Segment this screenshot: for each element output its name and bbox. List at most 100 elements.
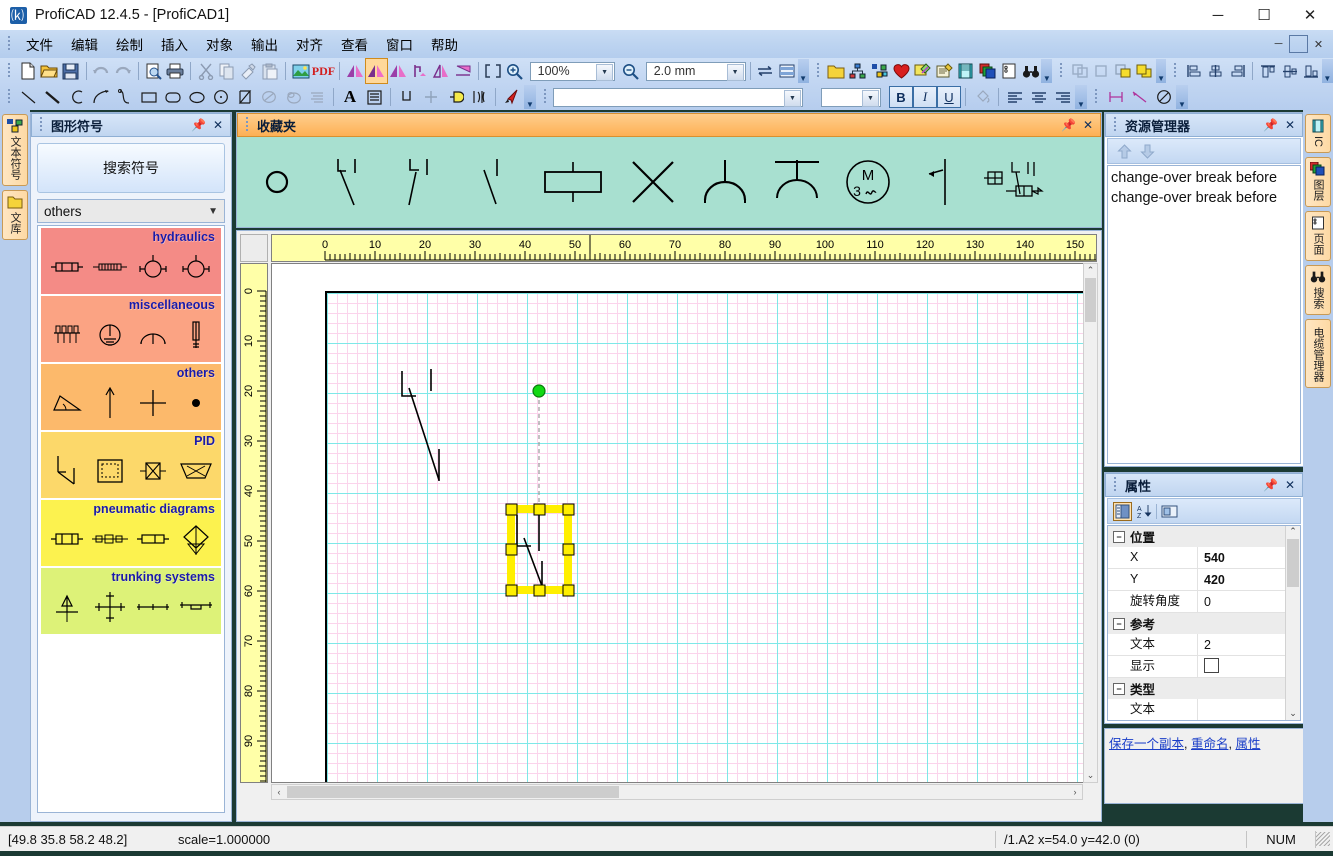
hierarchy-icon[interactable]	[847, 59, 869, 83]
notes-icon[interactable]	[934, 59, 956, 83]
undo-icon[interactable]	[91, 59, 113, 83]
sidebar-tab-search[interactable]: 搜索	[1305, 265, 1331, 315]
group-icon[interactable]	[1069, 59, 1091, 83]
symbol-group-pneumatic-diagrams[interactable]: pneumatic diagrams	[41, 500, 221, 566]
panel-grip[interactable]	[38, 116, 46, 134]
toolbar-grip[interactable]	[1093, 88, 1101, 106]
symbol-group-others[interactable]: others	[41, 364, 221, 430]
pneumatic-compressor-icon[interactable]	[176, 519, 216, 559]
pid-tank-icon[interactable]	[90, 451, 130, 491]
pid-hopper-icon[interactable]	[176, 451, 216, 491]
property-grid[interactable]: − 位置 X 540 Y 420 旋转角度 0 − 参考 文本 2 显示 − 类…	[1107, 525, 1301, 721]
paint-bucket-icon[interactable]	[970, 85, 994, 109]
expander-icon[interactable]: −	[1113, 617, 1125, 630]
sidebar-tab-library[interactable]: 文库	[2, 190, 28, 240]
mdi-minimize-button[interactable]: ─	[1270, 36, 1287, 52]
properties-link[interactable]: 属性	[1235, 737, 1260, 751]
toolbar-grip[interactable]	[6, 62, 14, 80]
hydraulic-pump-icon[interactable]	[133, 247, 173, 287]
sidebar-tab-pages[interactable]: 页面	[1305, 211, 1331, 261]
property-category-position[interactable]: − 位置	[1108, 526, 1300, 547]
favorite-make-contact-symbol[interactable]	[389, 150, 453, 214]
menu-help[interactable]: 帮助	[422, 31, 467, 57]
redo-icon[interactable]	[112, 59, 134, 83]
schematic-content[interactable]	[327, 293, 1097, 783]
symbol-group-hydraulics[interactable]: hydraulics	[41, 228, 221, 294]
paste-icon[interactable]	[260, 59, 282, 83]
resource-list-item[interactable]: change-over break before	[1111, 168, 1300, 188]
mdi-restore-button[interactable]	[1289, 35, 1308, 53]
zoom-out-icon[interactable]	[620, 59, 642, 83]
pages-icon[interactable]	[998, 59, 1020, 83]
sidebar-tab-text-symbols[interactable]: 文本符号	[2, 114, 28, 186]
font-size-combo[interactable]: ▼	[821, 87, 881, 107]
property-row-x[interactable]: X 540	[1108, 547, 1300, 569]
line-icon[interactable]	[17, 85, 41, 109]
trunk-riser-icon[interactable]	[47, 587, 87, 627]
chevron-down-icon[interactable]: ▼	[208, 206, 218, 217]
pointer-icon[interactable]	[500, 85, 524, 109]
open-folder-icon[interactable]	[39, 59, 61, 83]
zoom-in-icon[interactable]	[504, 59, 526, 83]
flip-horizontal-icon[interactable]	[430, 59, 452, 83]
pneumatic-assembly-icon[interactable]	[90, 519, 130, 559]
align-center-icon[interactable]	[1205, 59, 1227, 83]
terminal-icon[interactable]	[443, 85, 467, 109]
symbol-group-trunking-systems[interactable]: trunking systems	[41, 568, 221, 634]
pid-flow-icon[interactable]	[47, 451, 87, 491]
send-back-icon[interactable]	[1134, 59, 1156, 83]
menu-view[interactable]: 查看	[332, 31, 377, 57]
trunk-cross-icon[interactable]	[90, 587, 130, 627]
export-pdf-icon[interactable]: PDF	[312, 59, 335, 83]
toolbar-grip[interactable]	[542, 88, 550, 106]
swap-icon[interactable]	[755, 59, 777, 83]
pin-icon[interactable]: 📌	[1061, 118, 1076, 132]
resize-grip[interactable]	[1316, 832, 1330, 846]
sort-alpha-icon[interactable]: AZ	[1136, 504, 1152, 519]
pneumatic-cylinder-icon[interactable]	[47, 519, 87, 559]
menu-output[interactable]: 输出	[242, 31, 287, 57]
menu-object[interactable]: 对象	[197, 31, 242, 57]
no-symbol-icon[interactable]	[1152, 85, 1176, 109]
crossed-circle-icon[interactable]	[257, 85, 281, 109]
toolbar-grip[interactable]	[6, 88, 14, 106]
expander-icon[interactable]: −	[1113, 682, 1125, 695]
angle-icon[interactable]	[47, 383, 87, 423]
mirror-vertical-icon[interactable]	[452, 59, 474, 83]
menu-edit[interactable]: 编辑	[62, 31, 107, 57]
bus-icon[interactable]	[467, 85, 491, 109]
symbol-group-miscellaneous[interactable]: miscellaneous	[41, 296, 221, 362]
toolbar-grip[interactable]	[1172, 62, 1180, 80]
print-icon[interactable]	[164, 59, 186, 83]
toolbar-overflow-chevron[interactable]: ▼	[1075, 85, 1087, 109]
font-name-combo[interactable]: ▼	[553, 87, 803, 107]
property-pages-icon[interactable]	[1161, 504, 1178, 519]
save-disk-icon[interactable]	[60, 59, 82, 83]
horizontal-scrollbar-thumb[interactable]	[287, 786, 619, 798]
ellipse-icon[interactable]	[185, 85, 209, 109]
menu-align[interactable]: 对齐	[287, 31, 332, 57]
property-row-rotation[interactable]: 旋转角度 0	[1108, 591, 1300, 613]
favorite-antenna-symbol[interactable]	[693, 150, 757, 214]
pneumatic-piston-icon[interactable]	[133, 519, 173, 559]
sidebar-tab-layers[interactable]: 图层	[1305, 157, 1331, 207]
toolbar-overflow-chevron[interactable]: ▼	[524, 85, 536, 109]
hydraulic-motor-icon[interactable]	[176, 247, 216, 287]
dimension-icon[interactable]	[1104, 85, 1128, 109]
scroll-left-arrow[interactable]: ‹	[272, 785, 286, 799]
hydraulic-valve-block-icon[interactable]	[90, 247, 130, 287]
align-right-icon[interactable]	[1227, 59, 1249, 83]
open-library-icon[interactable]	[826, 59, 848, 83]
favorite-motor-3ph-symbol[interactable]: M 3	[837, 150, 899, 214]
favorite-resistor-symbol[interactable]	[533, 150, 613, 214]
text-block-icon[interactable]	[362, 85, 386, 109]
chevron-down-icon[interactable]: ▼	[862, 89, 879, 107]
toolbar-grip[interactable]	[1058, 62, 1066, 80]
title-block-icon[interactable]	[955, 59, 977, 83]
copy-icon[interactable]	[216, 59, 238, 83]
earth-ground-icon[interactable]	[90, 315, 130, 355]
search-binoculars-icon[interactable]	[1020, 59, 1042, 83]
netlist-icon[interactable]	[869, 59, 891, 83]
dot-icon[interactable]	[176, 383, 216, 423]
leader-icon[interactable]	[1128, 85, 1152, 109]
